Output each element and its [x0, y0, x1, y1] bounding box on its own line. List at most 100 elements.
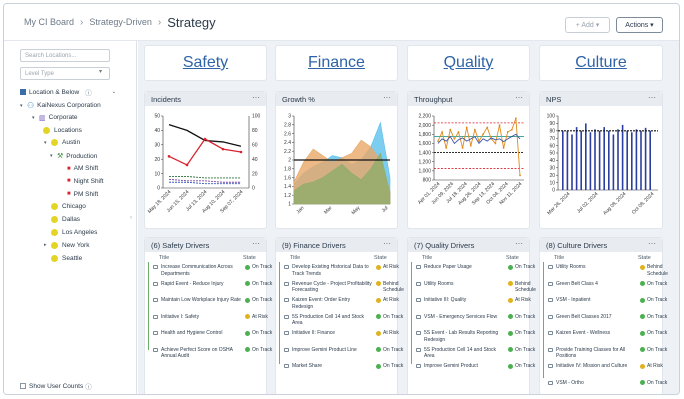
- driver-row[interactable]: Initiative I: Safety At Risk: [149, 314, 268, 329]
- driver-row[interactable]: 5S Production Cell 14 and Stock Area On T…: [412, 347, 535, 362]
- more-menu-icon[interactable]: ···: [515, 93, 523, 102]
- driver-title[interactable]: Develop Existing Historical Data to Trac…: [292, 264, 372, 277]
- driver-title[interactable]: Initiative IV: Mission and Culture: [556, 363, 636, 370]
- driver-row[interactable]: 5S Event - Lab Results Reporting Redesig…: [412, 330, 535, 345]
- driver-title[interactable]: Increase Communication Across Department…: [161, 264, 241, 277]
- search-locations-input[interactable]: Search Locations...: [20, 49, 110, 62]
- driver-title[interactable]: Green Belt Class 4: [556, 281, 636, 288]
- driver-title[interactable]: 5S Event - Lab Results Reporting Redesig…: [424, 330, 504, 343]
- category-safety[interactable]: Safety: [144, 45, 267, 81]
- more-menu-icon[interactable]: ···: [648, 93, 656, 102]
- category-culture[interactable]: Culture: [539, 45, 663, 81]
- column-header-title[interactable]: Title: [422, 255, 432, 261]
- tree-item-austin[interactable]: ▾ Austin: [44, 139, 80, 147]
- more-menu-icon[interactable]: ···: [383, 93, 391, 102]
- driver-row[interactable]: Market Share On Track: [280, 363, 403, 378]
- caret-down-icon[interactable]: ▾: [32, 115, 39, 121]
- driver-title[interactable]: Kaizen Event - Wellness: [556, 330, 636, 337]
- category-finance[interactable]: Finance: [275, 45, 398, 81]
- driver-row[interactable]: 5S Production Cell 14 and Stock Area On T…: [280, 314, 403, 329]
- driver-row[interactable]: VSM - Inpatient On Track: [544, 297, 667, 312]
- breadcrumb-root[interactable]: My CI Board: [24, 17, 74, 27]
- column-header-title[interactable]: Title: [290, 255, 300, 261]
- driver-title[interactable]: Initiative II: Finance: [292, 330, 372, 337]
- caret-down-icon[interactable]: ▾: [50, 153, 57, 159]
- tree-item-los-angeles[interactable]: Los Angeles: [44, 229, 97, 236]
- driver-row[interactable]: Green Belt Classes 2017 On Track: [544, 314, 667, 329]
- more-menu-icon[interactable]: ···: [383, 239, 391, 248]
- checkbox-icon[interactable]: [20, 89, 26, 95]
- caret-down-icon[interactable]: ▾: [20, 103, 27, 109]
- driver-row[interactable]: Increase Communication Across Department…: [149, 264, 272, 279]
- tree-item-chicago[interactable]: Chicago: [44, 203, 86, 211]
- driver-row[interactable]: Provide Training Classes for All Positio…: [544, 347, 667, 362]
- driver-row[interactable]: Initiative IV: Mission and Culture At Ris…: [544, 363, 663, 378]
- driver-title[interactable]: Improve Gemini Product Line: [292, 347, 372, 354]
- driver-title[interactable]: Initiative III: Quality: [424, 297, 504, 304]
- driver-title[interactable]: Rapid Event - Reduce Injury: [161, 281, 241, 288]
- column-header-title[interactable]: Title: [554, 255, 564, 261]
- driver-title[interactable]: VSM - Ortho: [556, 380, 636, 387]
- collapse-all-icon[interactable]: ⌄: [112, 89, 116, 95]
- driver-title[interactable]: Kaizen Event: Order Entry Redesign: [292, 297, 372, 310]
- tree-item-seattle[interactable]: Seattle: [44, 254, 82, 262]
- more-menu-icon[interactable]: ···: [648, 239, 656, 248]
- column-header-title[interactable]: Title: [159, 255, 169, 261]
- driver-title[interactable]: Green Belt Classes 2017: [556, 314, 636, 321]
- driver-row[interactable]: Health and Hygiene Control On Track: [149, 330, 272, 345]
- driver-title[interactable]: Market Share: [292, 363, 372, 370]
- driver-title[interactable]: VSM - Emergency Services Flow: [424, 314, 504, 321]
- tree-item-new-york[interactable]: ▸ New York: [44, 241, 89, 249]
- driver-title[interactable]: VSM - Inpatient: [556, 297, 636, 304]
- driver-title[interactable]: 5S Production Cell 14 and Stock Area: [292, 314, 372, 327]
- column-header-state[interactable]: State: [506, 255, 519, 261]
- driver-row[interactable]: Initiative III: Quality At Risk: [412, 297, 531, 312]
- driver-row[interactable]: Kaizen Event: Order Entry Redesign At Ris…: [280, 297, 399, 312]
- category-quality[interactable]: Quality: [407, 45, 530, 81]
- driver-row[interactable]: Kaizen Event - Wellness On Track: [544, 330, 667, 345]
- driver-row[interactable]: Green Belt Class 4 On Track: [544, 281, 667, 296]
- driver-row[interactable]: Utility Rooms Behind Schedule: [412, 281, 536, 296]
- driver-row[interactable]: Achieve Perfect Score on OSHA Annual Aud…: [149, 347, 272, 362]
- tree-item-am-shift[interactable]: ■ AM Shift: [60, 165, 98, 172]
- add-button[interactable]: + Add ▾: [565, 17, 610, 33]
- column-header-state[interactable]: State: [638, 255, 651, 261]
- more-menu-icon[interactable]: ···: [252, 239, 260, 248]
- location-below-toggle[interactable]: Location & Below ⓘ ⌄: [20, 87, 116, 97]
- actions-button[interactable]: Actions ▾: [616, 17, 663, 33]
- column-header-state[interactable]: State: [243, 255, 256, 261]
- driver-title[interactable]: Reduce Paper Usage: [424, 264, 504, 271]
- tree-item-locations[interactable]: Locations: [36, 126, 82, 134]
- more-menu-icon[interactable]: ···: [252, 93, 260, 102]
- tree-item-night-shift[interactable]: ■ Night Shift: [60, 178, 104, 185]
- collapse-sidebar-icon[interactable]: ‹: [130, 215, 132, 221]
- driver-row[interactable]: Rapid Event - Reduce Injury On Track: [149, 281, 272, 296]
- breadcrumb-mid[interactable]: Strategy-Driven: [89, 17, 152, 27]
- driver-row[interactable]: VSM - Ortho On Track: [544, 380, 667, 395]
- level-type-select[interactable]: Level Type: [20, 67, 110, 80]
- driver-title[interactable]: Revenue Cycle - Project Profitability Fo…: [292, 281, 372, 294]
- driver-title[interactable]: 5S Production Cell 14 and Stock Area: [424, 347, 504, 360]
- driver-row[interactable]: Revenue Cycle - Project Profitability Fo…: [280, 281, 404, 296]
- driver-title[interactable]: Initiative I: Safety: [161, 314, 241, 321]
- driver-title[interactable]: Health and Hygiene Control: [161, 330, 241, 337]
- tree-item-dallas[interactable]: Dallas: [44, 216, 80, 224]
- tree-item-kainexus-corporation[interactable]: ▾ ⚇ KaiNexus Corporation: [20, 101, 101, 110]
- caret-down-icon[interactable]: ▾: [44, 140, 51, 146]
- driver-title[interactable]: Improve Gemini Product: [424, 363, 504, 370]
- driver-row[interactable]: Develop Existing Historical Data to Trac…: [280, 264, 399, 279]
- driver-row[interactable]: Utility Rooms Behind Schedule: [544, 264, 668, 279]
- driver-row[interactable]: Improve Gemini Product On Track: [412, 363, 535, 378]
- driver-row[interactable]: Maintain Low Workplace Injury Rate On Tra…: [149, 297, 272, 312]
- driver-title[interactable]: Utility Rooms: [424, 281, 504, 288]
- driver-title[interactable]: Maintain Low Workplace Injury Rate: [161, 297, 241, 304]
- driver-title[interactable]: Utility Rooms: [556, 264, 636, 271]
- more-menu-icon[interactable]: ···: [515, 239, 523, 248]
- show-user-counts-toggle[interactable]: Show User Counts ⓘ: [20, 381, 92, 391]
- tree-item-pm-shift[interactable]: ■ PM Shift: [60, 191, 98, 198]
- driver-row[interactable]: Reduce Paper Usage On Track: [412, 264, 535, 279]
- tree-item-corporate[interactable]: ▾ ▥ Corporate: [32, 114, 78, 122]
- driver-row[interactable]: VSM - Emergency Services Flow On Track: [412, 314, 535, 329]
- driver-row[interactable]: Initiative II: Finance At Risk: [280, 330, 399, 345]
- checkbox-icon[interactable]: [20, 383, 26, 389]
